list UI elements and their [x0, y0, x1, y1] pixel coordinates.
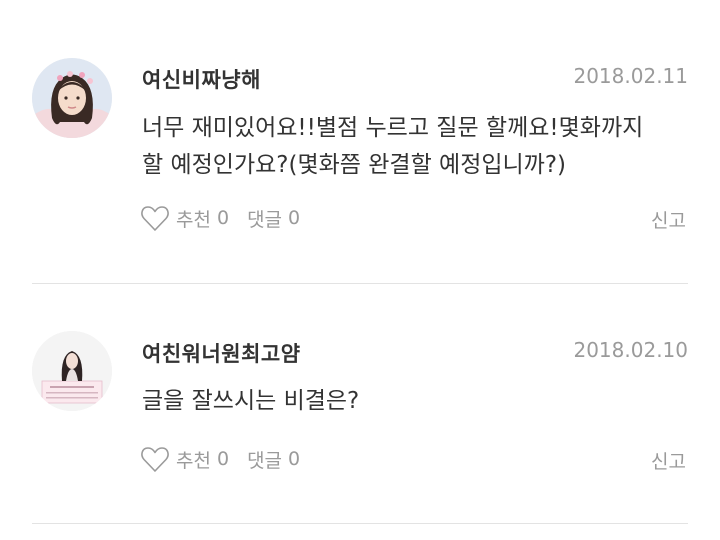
- reply-count: 0: [288, 207, 301, 229]
- avatar-photo: [32, 58, 112, 138]
- avatar[interactable]: [32, 331, 112, 411]
- reply-label[interactable]: 댓글: [247, 446, 282, 473]
- comment-actions: 추천 0 댓글 0: [140, 203, 318, 233]
- comment-text-line: 글을 잘쓰시는 비결은?: [142, 388, 360, 414]
- comment-date: 2018.02.10: [573, 338, 688, 362]
- reply-count: 0: [288, 448, 301, 470]
- heart-outline-icon[interactable]: [140, 204, 170, 232]
- divider: [32, 283, 688, 284]
- comment-text-line: 너무 재미있어요!!별점 누르고 질문 할께요!몇화까지: [142, 115, 644, 141]
- comment-text-line: 할 예정인가요?(몇화쯤 완결할 예정입니까?): [142, 152, 567, 178]
- like-label[interactable]: 추천: [176, 446, 211, 473]
- report-button[interactable]: 신고: [651, 206, 686, 233]
- avatar-photo: [32, 331, 112, 411]
- like-label[interactable]: 추천: [176, 205, 211, 232]
- heart-outline-icon[interactable]: [140, 445, 170, 473]
- reply-label[interactable]: 댓글: [247, 205, 282, 232]
- comment-date: 2018.02.11: [573, 64, 688, 88]
- comment-text: 너무 재미있어요!!별점 누르고 질문 할께요!몇화까지 할 예정인가요?(몇화…: [142, 110, 692, 184]
- report-button[interactable]: 신고: [651, 447, 686, 474]
- like-count: 0: [216, 448, 230, 470]
- like-count: 0: [216, 207, 230, 229]
- comment-text: 글을 잘쓰시는 비결은?: [142, 383, 692, 420]
- comment-username[interactable]: 여신비짜냥해: [142, 64, 261, 94]
- avatar[interactable]: [32, 58, 112, 138]
- comment-actions: 추천 0 댓글 0: [140, 444, 318, 474]
- divider: [32, 523, 688, 524]
- comment-username[interactable]: 여친워너원최고얌: [142, 338, 301, 368]
